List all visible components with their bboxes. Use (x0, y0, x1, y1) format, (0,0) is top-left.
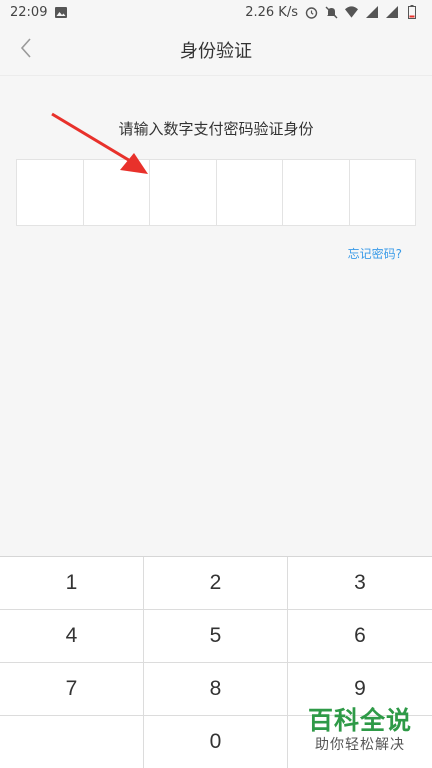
pin-prompt: 请输入数字支付密码验证身份 (118, 120, 314, 138)
pin-digit-cell[interactable] (17, 160, 84, 225)
pin-digit-cell[interactable] (217, 160, 283, 225)
key-2[interactable]: 2 (144, 557, 288, 610)
status-bar: 22:09 2.26 K/s (0, 0, 432, 24)
status-time: 22:09 (10, 4, 48, 20)
alarm-icon (305, 6, 318, 19)
signal-icon (385, 6, 398, 19)
key-3[interactable]: 3 (288, 557, 432, 610)
back-button[interactable] (12, 36, 40, 64)
key-7[interactable]: 7 (0, 663, 144, 716)
pin-digit-cell[interactable] (84, 160, 150, 225)
key-1[interactable]: 1 (0, 557, 144, 610)
key-delete[interactable] (288, 716, 432, 768)
status-right: 2.26 K/s (245, 5, 418, 20)
key-blank (0, 716, 144, 768)
key-6[interactable]: 6 (288, 610, 432, 663)
key-0[interactable]: 0 (144, 716, 288, 768)
forgot-password-link[interactable]: 忘记密码? (348, 245, 402, 262)
pin-input[interactable] (16, 159, 416, 226)
page-title: 身份验证 (180, 40, 252, 62)
network-speed: 2.26 K/s (245, 4, 298, 20)
pin-digit-cell[interactable] (283, 160, 350, 225)
key-9[interactable]: 9 (288, 663, 432, 716)
key-8[interactable]: 8 (144, 663, 288, 716)
signal-icon (365, 6, 378, 19)
status-left: 22:09 (10, 5, 67, 20)
chevron-left-icon (19, 37, 33, 63)
pin-digit-cell[interactable] (150, 160, 217, 225)
numeric-keypad: 1 2 3 4 5 6 7 8 9 0 (0, 556, 432, 768)
pin-digit-cell[interactable] (350, 160, 416, 225)
wifi-icon (345, 6, 358, 19)
navigation-bar: 身份验证 (0, 24, 432, 76)
key-4[interactable]: 4 (0, 610, 144, 663)
mute-icon (325, 6, 338, 19)
battery-icon (405, 5, 418, 19)
image-icon (54, 6, 67, 19)
key-5[interactable]: 5 (144, 610, 288, 663)
